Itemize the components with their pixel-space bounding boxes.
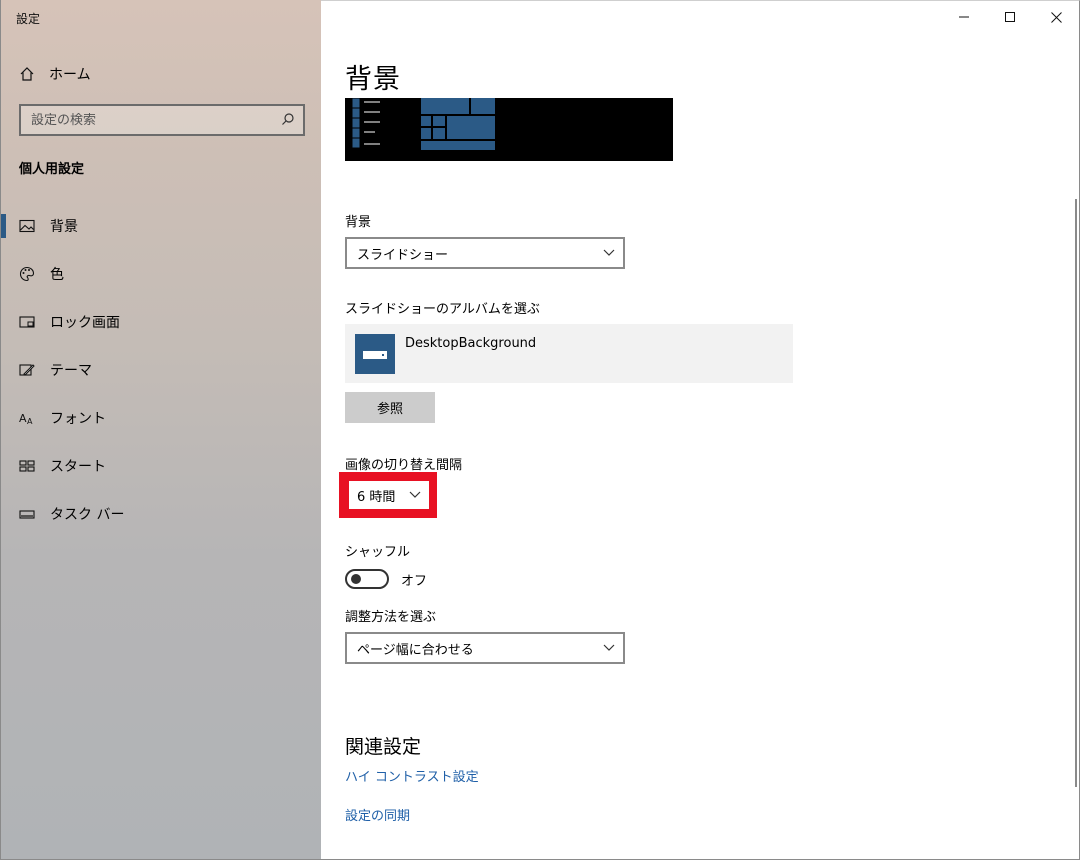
album-name: DesktopBackground xyxy=(405,336,537,351)
sidebar-item-label: フォント xyxy=(50,411,106,427)
maximize-button[interactable] xyxy=(987,1,1033,33)
lock-screen-icon xyxy=(19,314,35,330)
svg-text:A: A xyxy=(19,412,27,425)
home-icon xyxy=(19,66,35,82)
font-icon: AA xyxy=(19,410,35,426)
window-controls xyxy=(941,1,1079,33)
album-label: スライドショーのアルバムを選ぶ xyxy=(345,302,540,317)
theme-icon xyxy=(19,362,35,378)
nav-home-label: ホーム xyxy=(49,67,91,83)
sidebar-item-label: 色 xyxy=(50,267,64,283)
minimize-icon xyxy=(959,16,969,18)
sidebar-item-label: ロック画面 xyxy=(50,315,120,331)
chevron-down-icon xyxy=(603,644,615,651)
shuffle-label: シャッフル xyxy=(345,545,411,560)
sidebar-item-label: スタート xyxy=(50,459,106,475)
shuffle-row: オフ xyxy=(345,569,427,589)
background-dropdown[interactable]: スライドショー xyxy=(345,237,625,269)
app-title: 設定 xyxy=(16,12,41,26)
svg-text:A: A xyxy=(27,417,33,426)
shuffle-toggle[interactable] xyxy=(345,569,389,589)
background-label: 背景 xyxy=(345,215,372,230)
sidebar-item-taskbar[interactable]: タスク バー xyxy=(1,490,322,538)
sidebar-item-label: 背景 xyxy=(50,219,78,235)
sidebar-item-background[interactable]: 背景 xyxy=(1,202,322,250)
preview-image xyxy=(351,98,495,150)
fit-dropdown[interactable]: ページ幅に合わせる xyxy=(345,632,625,664)
sidebar-item-lock-screen[interactable]: ロック画面 xyxy=(1,298,322,346)
sidebar-item-font[interactable]: AA フォント xyxy=(1,394,322,442)
scrollbar[interactable] xyxy=(1075,199,1077,787)
sidebar-item-start[interactable]: スタート xyxy=(1,442,322,490)
interval-label: 画像の切り替え間隔 xyxy=(345,458,463,473)
close-icon xyxy=(1050,11,1062,23)
sidebar-item-color[interactable]: 色 xyxy=(1,250,322,298)
nav-home[interactable]: ホーム xyxy=(19,62,91,86)
background-dropdown-value: スライドショー xyxy=(357,247,449,263)
search-icon[interactable] xyxy=(281,111,295,130)
search-box[interactable] xyxy=(19,104,305,136)
chevron-down-icon xyxy=(603,249,615,256)
interval-dropdown[interactable]: 6 時間 xyxy=(349,481,429,509)
browse-button[interactable]: 参照 xyxy=(345,392,435,423)
palette-icon xyxy=(19,266,35,282)
desktop-preview xyxy=(345,98,673,161)
section-title: 個人用設定 xyxy=(19,162,85,177)
fit-label: 調整方法を選ぶ xyxy=(345,610,437,625)
related-settings-title: 関連設定 xyxy=(345,736,422,758)
album-card[interactable]: DesktopBackground xyxy=(345,324,793,383)
taskbar-icon xyxy=(19,506,35,522)
main-content: 背景 背景 スライドショー スライドショーのアルバムを選ぶ DesktopBac… xyxy=(321,0,1080,860)
shuffle-state: オフ xyxy=(401,573,428,589)
minimize-button[interactable] xyxy=(941,1,987,33)
folder-icon xyxy=(355,334,395,374)
maximize-icon xyxy=(1005,12,1015,22)
sidebar-item-label: テーマ xyxy=(50,363,92,379)
search-input[interactable] xyxy=(31,112,261,128)
sync-settings-link[interactable]: 設定の同期 xyxy=(345,805,410,824)
sidebar: 設定 ホーム 個人用設定 背景 色 ロック画面 xyxy=(0,0,321,860)
fit-dropdown-value: ページ幅に合わせる xyxy=(357,642,474,658)
close-button[interactable] xyxy=(1033,1,1079,33)
interval-dropdown-value: 6 時間 xyxy=(357,489,396,505)
nav-list: 背景 色 ロック画面 テーマ AA フォント スタート タスク バー xyxy=(1,202,322,538)
high-contrast-link[interactable]: ハイ コントラスト設定 xyxy=(345,766,479,785)
sidebar-item-label: タスク バー xyxy=(50,507,125,523)
sidebar-item-theme[interactable]: テーマ xyxy=(1,346,322,394)
chevron-down-icon xyxy=(409,491,421,498)
page-title: 背景 xyxy=(345,64,401,95)
picture-icon xyxy=(19,218,35,234)
start-icon xyxy=(19,458,35,474)
